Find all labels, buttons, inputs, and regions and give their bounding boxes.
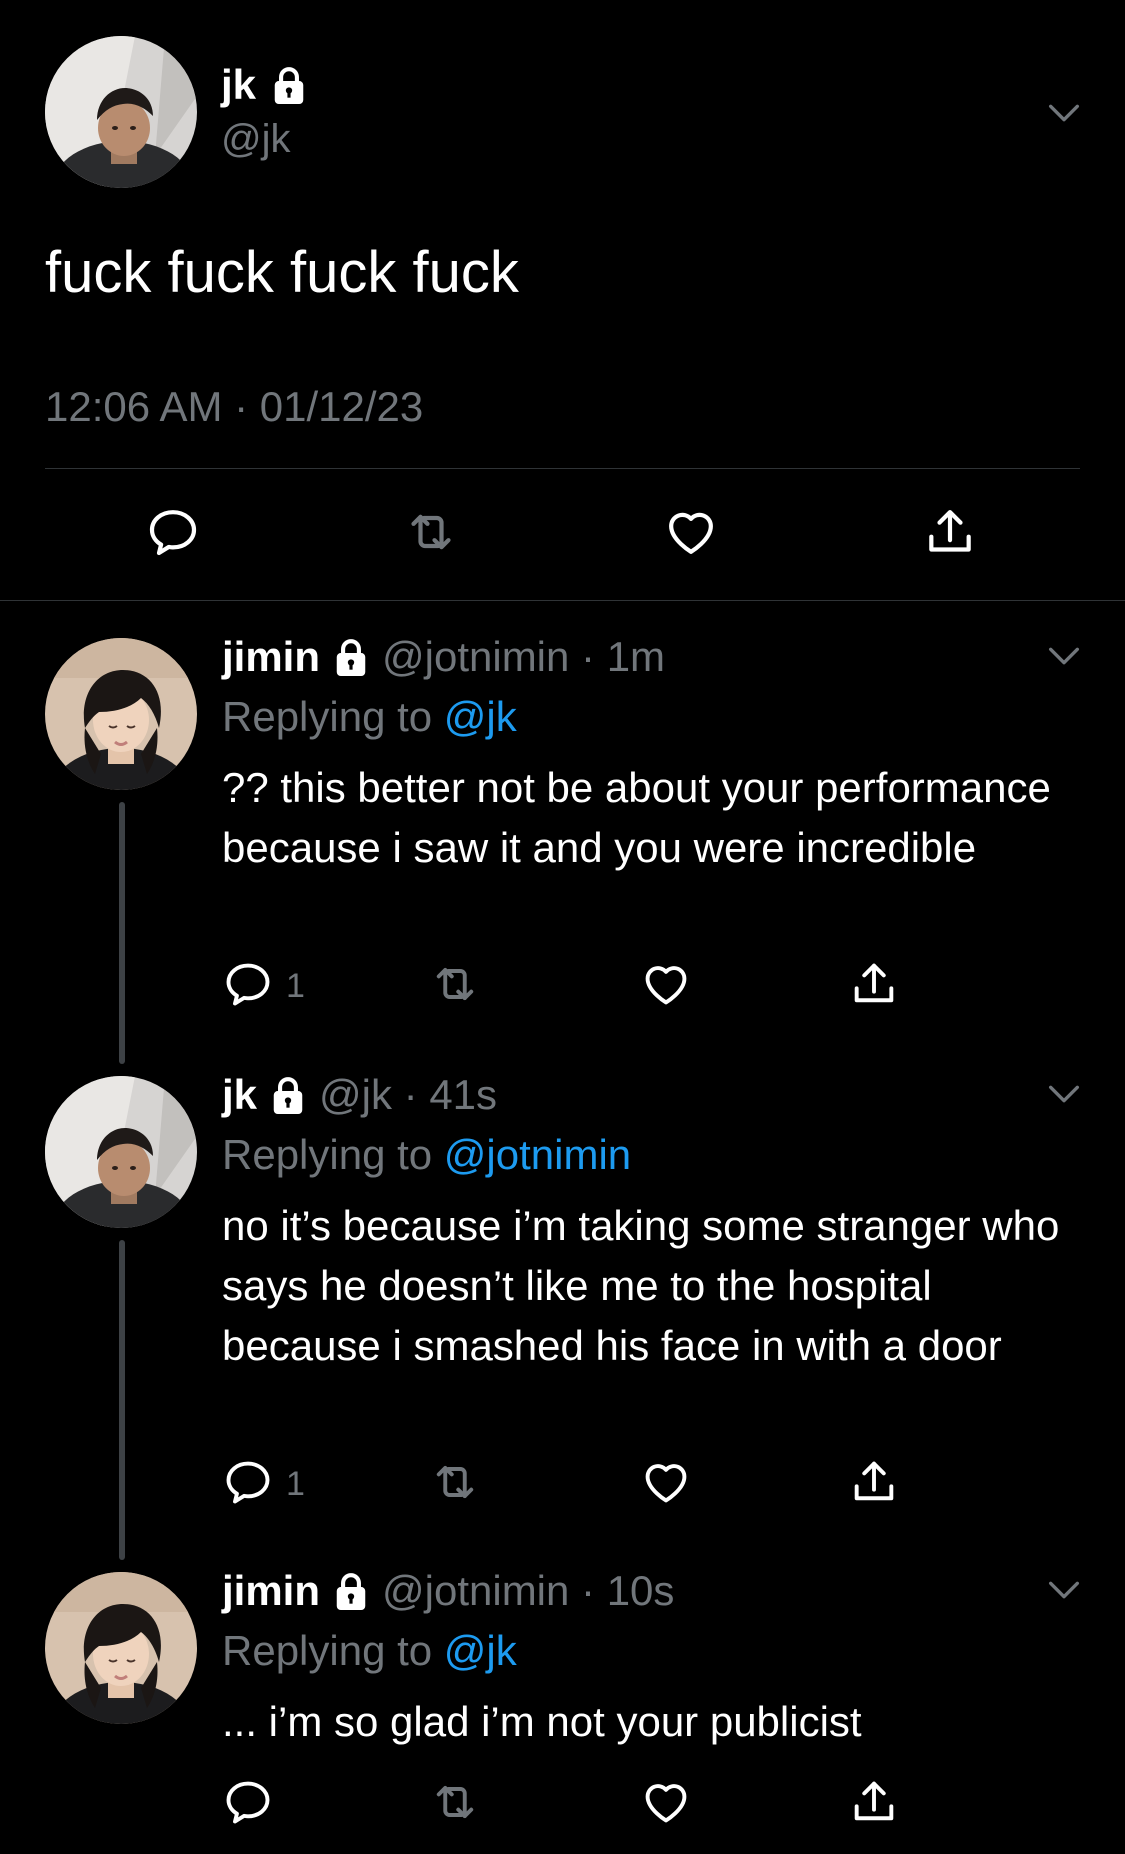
- reply-avatar[interactable]: [45, 1076, 197, 1228]
- chevron-down-icon[interactable]: [1044, 1074, 1084, 1114]
- replying-to-label: Replying to: [222, 693, 433, 740]
- like-icon[interactable]: [640, 1456, 692, 1508]
- lock-icon: [270, 64, 308, 106]
- reply-icon[interactable]: [145, 504, 201, 560]
- reply-text: ?? this better not be about your perform…: [222, 764, 1051, 871]
- reply-avatar[interactable]: [45, 1572, 197, 1724]
- reply-display-name[interactable]: jk: [222, 1070, 257, 1120]
- divider: [0, 600, 1125, 601]
- thread-line: [119, 1240, 125, 1560]
- replying-to: Replying to @jk: [222, 692, 517, 742]
- chevron-down-icon[interactable]: [1044, 93, 1084, 133]
- replying-to-handle[interactable]: @jk: [444, 693, 517, 740]
- reply-handle-time[interactable]: @jk · 41s: [319, 1070, 497, 1120]
- lock-icon: [332, 636, 370, 678]
- retweet-icon[interactable]: [403, 504, 459, 560]
- main-tweet-display-name[interactable]: jk: [221, 60, 256, 110]
- replying-to-label: Replying to: [222, 1131, 433, 1178]
- reply-count: 1: [286, 1465, 305, 1503]
- reply-header: jimin @jotnimin · 1m: [222, 632, 665, 682]
- chevron-down-icon[interactable]: [1044, 1570, 1084, 1610]
- replying-to-label: Replying to: [222, 1627, 433, 1674]
- main-tweet-display-name-row[interactable]: jk: [221, 60, 308, 110]
- thread-line: [119, 802, 125, 1064]
- reply-count: 1: [286, 967, 305, 1005]
- share-icon[interactable]: [922, 504, 978, 560]
- reply-icon[interactable]: [222, 1456, 274, 1508]
- reply-header: jimin @jotnimin · 10s: [222, 1566, 674, 1616]
- main-tweet-timestamp: 12:06 AM · 01/12/23: [45, 383, 424, 430]
- main-tweet-handle[interactable]: @jk: [221, 114, 291, 164]
- main-tweet-avatar[interactable]: [45, 36, 197, 188]
- reply-text: no it’s because i’m taking some stranger…: [222, 1202, 1060, 1369]
- reply-icon[interactable]: [222, 958, 274, 1010]
- reply-display-name[interactable]: jimin: [222, 1566, 320, 1616]
- share-icon[interactable]: [848, 1456, 900, 1508]
- replying-to: Replying to @jotnimin: [222, 1130, 631, 1180]
- chevron-down-icon[interactable]: [1044, 636, 1084, 676]
- share-icon[interactable]: [848, 958, 900, 1010]
- retweet-icon[interactable]: [429, 1456, 481, 1508]
- main-tweet-text: fuck fuck fuck fuck: [45, 240, 519, 305]
- like-icon[interactable]: [640, 1776, 692, 1828]
- reply-handle-time[interactable]: @jotnimin · 10s: [382, 1566, 674, 1616]
- divider: [45, 468, 1080, 469]
- lock-icon: [332, 1570, 370, 1612]
- replying-to-handle[interactable]: @jk: [444, 1627, 517, 1674]
- retweet-icon[interactable]: [429, 1776, 481, 1828]
- lock-icon: [269, 1074, 307, 1116]
- like-icon[interactable]: [663, 504, 719, 560]
- reply-avatar[interactable]: [45, 638, 197, 790]
- reply-handle-time[interactable]: @jotnimin · 1m: [382, 632, 665, 682]
- reply-header: jk @jk · 41s: [222, 1070, 497, 1120]
- like-icon[interactable]: [640, 958, 692, 1010]
- share-icon[interactable]: [848, 1776, 900, 1828]
- replying-to: Replying to @jk: [222, 1626, 517, 1676]
- reply-text: ... i’m so glad i’m not your publicist: [222, 1698, 862, 1745]
- reply-display-name[interactable]: jimin: [222, 632, 320, 682]
- retweet-icon[interactable]: [429, 958, 481, 1010]
- replying-to-handle[interactable]: @jotnimin: [444, 1131, 631, 1178]
- reply-icon[interactable]: [222, 1776, 274, 1828]
